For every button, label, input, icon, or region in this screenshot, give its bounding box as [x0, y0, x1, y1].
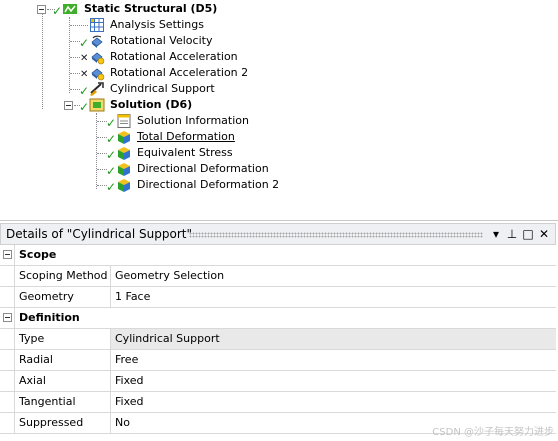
status-check-icon: ✓ — [79, 84, 90, 98]
tree-item-solution-information[interactable]: ✓ Solution Information — [0, 113, 300, 129]
property-row-radial[interactable]: Radial Free — [0, 350, 556, 371]
tree-item-analysis-settings[interactable]: Analysis Settings — [0, 17, 300, 33]
tree-item-total-deformation[interactable]: ✓ Total Deformation — [0, 129, 300, 145]
result-cube-icon — [118, 163, 130, 176]
collapse-toggle[interactable] — [3, 250, 12, 259]
property-key: Scoping Method — [14, 266, 111, 286]
rotational-velocity-icon — [91, 35, 103, 48]
pin-icon[interactable]: ⊥ — [505, 226, 519, 242]
status-check-icon: ✓ — [79, 36, 90, 50]
property-key: Radial — [14, 350, 111, 370]
solution-information-icon — [117, 114, 131, 128]
details-panel-title: Details of "Cylindrical Support" — [6, 227, 193, 241]
rotational-acceleration-icon — [91, 68, 105, 81]
property-key: Suppressed — [14, 413, 111, 433]
status-cross-icon: ✕ — [80, 69, 89, 80]
watermark: CSDN @沙子每天努力进步 — [432, 427, 554, 438]
status-check-icon: ✓ — [106, 116, 117, 130]
property-key: Geometry — [14, 287, 111, 307]
section-header-definition[interactable]: Definition — [0, 308, 556, 329]
collapse-toggle[interactable] — [37, 5, 46, 14]
property-value[interactable]: 1 Face — [111, 287, 556, 307]
status-check-icon: ✓ — [106, 164, 117, 178]
header-grip[interactable] — [189, 232, 483, 238]
section-header-scope[interactable]: Scope — [0, 245, 556, 266]
status-check-icon: ✓ — [106, 180, 117, 194]
status-cross-icon: ✕ — [80, 53, 89, 64]
tree-item-solution[interactable]: ✓ Solution (D6) — [0, 97, 300, 113]
analysis-settings-icon — [90, 18, 104, 32]
solution-icon — [89, 98, 105, 112]
details-panel-header: Details of "Cylindrical Support" ▾ ⊥ □ ✕ — [0, 223, 556, 245]
result-cube-icon — [118, 179, 130, 192]
result-cube-icon — [118, 147, 130, 160]
status-check-icon: ✓ — [79, 100, 90, 114]
property-value[interactable]: Cylindrical Support — [111, 329, 556, 349]
property-row-geometry[interactable]: Geometry 1 Face — [0, 287, 556, 308]
tree-item-rotational-acceleration[interactable]: ✕ Rotational Acceleration — [0, 49, 300, 65]
tree-item-cylindrical-support[interactable]: ✓ Cylindrical Support — [0, 81, 300, 97]
property-key: Axial — [14, 371, 111, 391]
tree-item-rotational-acceleration-2[interactable]: ✕ Rotational Acceleration 2 — [0, 65, 300, 81]
static-structural-icon — [63, 4, 77, 14]
panel-menu-button[interactable]: ▾ — [489, 226, 503, 242]
tree-item-directional-deformation-2[interactable]: ✓ Directional Deformation 2 — [0, 177, 300, 193]
property-row-scoping-method[interactable]: Scoping Method Geometry Selection — [0, 266, 556, 287]
status-check-icon: ✓ — [106, 132, 117, 146]
result-cube-icon — [118, 131, 130, 144]
cylindrical-support-icon — [90, 82, 104, 96]
collapse-toggle[interactable] — [3, 313, 12, 322]
property-value[interactable]: Fixed — [111, 371, 556, 391]
property-value[interactable]: Geometry Selection — [111, 266, 556, 286]
tree-item-equivalent-stress[interactable]: ✓ Equivalent Stress — [0, 145, 300, 161]
tree-item-rotational-velocity[interactable]: ✓ Rotational Velocity — [0, 33, 300, 49]
outline-tree: ✓ Static Structural (D5) Analysis Settin… — [0, 0, 558, 218]
rotational-acceleration-icon — [91, 52, 105, 65]
maximize-button[interactable]: □ — [521, 226, 535, 242]
property-row-type[interactable]: Type Cylindrical Support — [0, 329, 556, 350]
close-button[interactable]: ✕ — [537, 226, 551, 242]
property-row-tangential[interactable]: Tangential Fixed — [0, 392, 556, 413]
collapse-toggle[interactable] — [64, 101, 73, 110]
property-key: Type — [14, 329, 111, 349]
property-value[interactable]: Free — [111, 350, 556, 370]
property-key: Tangential — [14, 392, 111, 412]
tree-item-static-structural[interactable]: ✓ Static Structural (D5) — [0, 1, 300, 17]
tree-item-directional-deformation[interactable]: ✓ Directional Deformation — [0, 161, 300, 177]
property-value[interactable]: Fixed — [111, 392, 556, 412]
property-row-axial[interactable]: Axial Fixed — [0, 371, 556, 392]
status-check-icon: ✓ — [106, 148, 117, 162]
status-check-icon: ✓ — [52, 4, 63, 18]
